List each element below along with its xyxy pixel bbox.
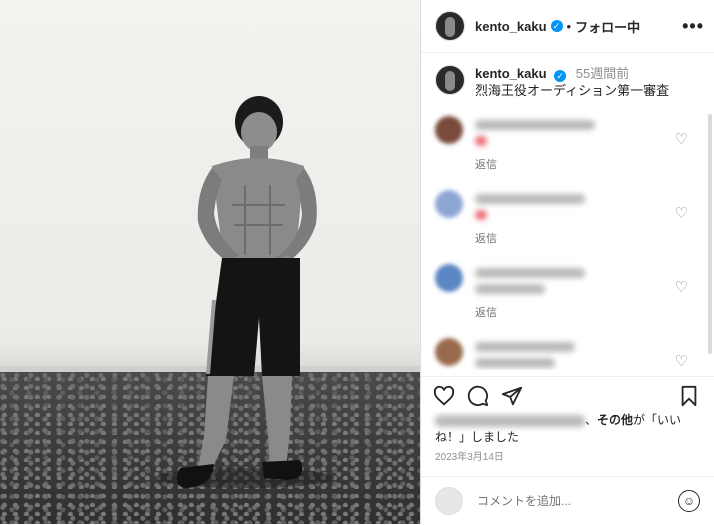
others-link[interactable]: その他 bbox=[597, 413, 633, 427]
add-comment-bar: ☺ bbox=[421, 476, 714, 525]
post-date[interactable]: 2023年3月14日 bbox=[435, 448, 504, 463]
likes-summary: 、その他が「いいね！」しました bbox=[435, 412, 694, 446]
caption-text: 烈海王役オーディション第一審査 bbox=[475, 83, 670, 98]
caption-verified-icon: ✓ bbox=[554, 70, 567, 82]
comment-item: 返信 ♡ bbox=[421, 182, 714, 256]
caption-body: kento_kaku ✓ 55週間前 烈海王役オーディション第一審査 bbox=[475, 65, 669, 99]
comment-text-blurred bbox=[475, 284, 545, 294]
verified-badge-icon: ✓ bbox=[550, 20, 563, 32]
comment-icon[interactable] bbox=[467, 385, 489, 407]
instagram-post-modal: kento_kaku ✓ • フォロー中 ••• kento_kaku ✓ 55… bbox=[0, 0, 714, 524]
reply-button[interactable]: 返信 bbox=[475, 230, 497, 246]
action-bar bbox=[421, 376, 714, 417]
reply-button[interactable]: 返信 bbox=[475, 304, 497, 320]
comment-username-blurred bbox=[475, 194, 585, 204]
likes-text-prefix: 、 bbox=[585, 413, 598, 427]
send-icon[interactable] bbox=[501, 385, 523, 407]
comment-item: 返信 ♡ bbox=[421, 256, 714, 330]
comment-avatar[interactable] bbox=[435, 338, 463, 366]
profile-avatar bbox=[435, 487, 463, 515]
comment-text-blurred bbox=[475, 136, 487, 146]
comment-like-heart-icon[interactable]: ♡ bbox=[675, 204, 688, 222]
man-figure bbox=[155, 96, 335, 488]
comment-item: 返信 ♡ bbox=[421, 330, 714, 370]
heart-icon[interactable] bbox=[433, 385, 455, 407]
username[interactable]: kento_kaku bbox=[475, 19, 547, 34]
smiley-icon[interactable]: ☺ bbox=[678, 490, 700, 512]
comment-like-heart-icon[interactable]: ♡ bbox=[675, 352, 688, 370]
liker-name-blurred[interactable] bbox=[435, 414, 585, 427]
comment-list: 返信 ♡ 返信 ♡ 返信 ♡ 返信 ♡ bbox=[421, 108, 714, 370]
caption: kento_kaku ✓ 55週間前 烈海王役オーディション第一審査 bbox=[421, 53, 714, 99]
comment-username-blurred bbox=[475, 342, 575, 352]
separator-dot: • bbox=[566, 18, 572, 34]
comments-scrollbar[interactable] bbox=[708, 114, 712, 354]
comment-input[interactable] bbox=[475, 493, 678, 509]
comment-item: 返信 ♡ bbox=[421, 108, 714, 182]
post-photo[interactable] bbox=[0, 0, 420, 524]
comment-username-blurred bbox=[475, 268, 585, 278]
comment-like-heart-icon[interactable]: ♡ bbox=[675, 130, 688, 148]
post-sidebar: kento_kaku ✓ • フォロー中 ••• kento_kaku ✓ 55… bbox=[420, 0, 714, 524]
caption-avatar[interactable] bbox=[435, 65, 465, 95]
post-header: kento_kaku ✓ • フォロー中 ••• bbox=[421, 0, 714, 53]
following-button[interactable]: フォロー中 bbox=[575, 17, 640, 36]
comment-avatar[interactable] bbox=[435, 264, 463, 292]
caption-username[interactable]: kento_kaku bbox=[475, 66, 547, 81]
reply-button[interactable]: 返信 bbox=[475, 156, 497, 172]
comment-text-blurred bbox=[475, 358, 555, 368]
more-options-icon[interactable]: ••• bbox=[682, 16, 704, 37]
comment-text-blurred bbox=[475, 210, 487, 220]
caption-time[interactable]: 55週間前 bbox=[576, 66, 629, 81]
comment-like-heart-icon[interactable]: ♡ bbox=[675, 278, 688, 296]
bookmark-icon[interactable] bbox=[678, 385, 700, 407]
comment-username-blurred bbox=[475, 120, 595, 130]
comment-avatar[interactable] bbox=[435, 116, 463, 144]
comment-avatar[interactable] bbox=[435, 190, 463, 218]
avatar[interactable] bbox=[435, 11, 465, 41]
